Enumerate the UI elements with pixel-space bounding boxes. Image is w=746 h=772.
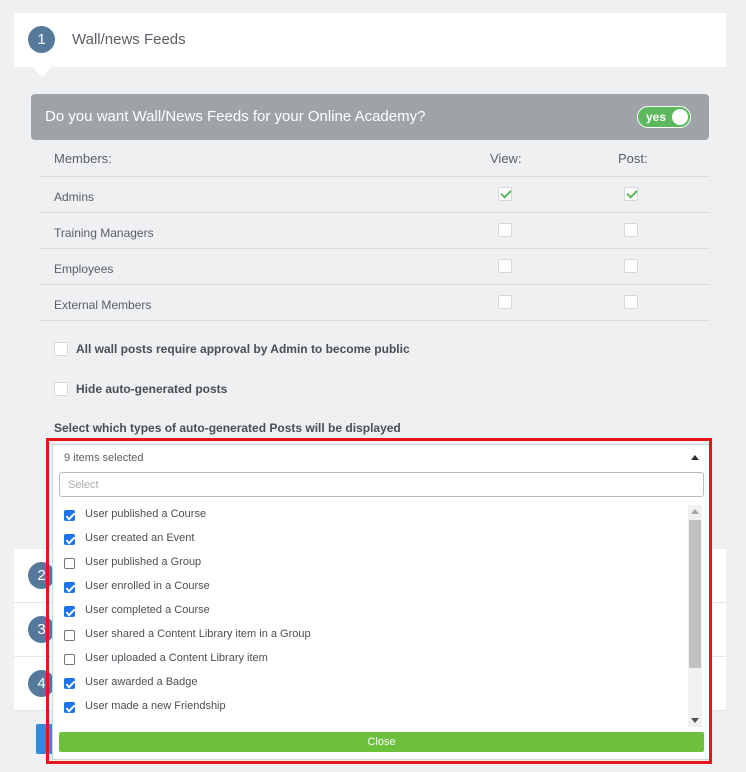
hide-auto-label: Hide auto-generated posts — [76, 382, 228, 396]
member-name: Training Managers — [54, 226, 154, 240]
permissions-header-row: Members: View: Post: — [40, 141, 710, 177]
permission-row-admins: Admins — [40, 177, 710, 213]
member-name: Admins — [54, 190, 95, 204]
step-1-number: 1 — [28, 26, 55, 53]
permission-row-training-managers: Training Managers — [40, 213, 710, 249]
post-checkbox[interactable] — [624, 187, 638, 201]
step-1-header[interactable]: 1 Wall/news Feeds — [14, 13, 726, 67]
member-name: Employees — [54, 262, 114, 276]
highlight-outline — [46, 438, 712, 764]
view-checkbox[interactable] — [498, 223, 512, 237]
post-checkbox[interactable] — [624, 223, 638, 237]
permission-row-external-members: External Members — [40, 285, 710, 321]
member-name: External Members — [54, 298, 152, 312]
post-header: Post: — [618, 151, 648, 166]
post-checkbox[interactable] — [624, 295, 638, 309]
permissions-table: Members: View: Post: Admins Training Man… — [40, 141, 710, 321]
post-types-section-label: Select which types of auto-generated Pos… — [54, 421, 401, 435]
wall-feeds-toggle[interactable]: yes — [637, 106, 691, 128]
members-header: Members: — [54, 151, 112, 166]
permission-row-employees: Employees — [40, 249, 710, 285]
approval-checkbox[interactable] — [54, 341, 68, 356]
toggle-knob — [672, 109, 688, 125]
view-header: View: — [490, 151, 522, 166]
step-1-title: Wall/news Feeds — [72, 31, 186, 48]
approval-option[interactable]: All wall posts require approval by Admin… — [54, 341, 410, 357]
wall-feeds-question-bar: Do you want Wall/News Feeds for your Onl… — [31, 94, 709, 140]
toggle-label: yes — [646, 110, 667, 124]
view-checkbox[interactable] — [498, 259, 512, 273]
view-checkbox[interactable] — [498, 295, 512, 309]
question-text: Do you want Wall/News Feeds for your Onl… — [45, 108, 426, 125]
hide-auto-option[interactable]: Hide auto-generated posts — [54, 381, 228, 397]
hide-auto-checkbox[interactable] — [54, 381, 68, 396]
post-checkbox[interactable] — [624, 259, 638, 273]
approval-label: All wall posts require approval by Admin… — [76, 342, 410, 356]
step-pointer-arrow — [32, 67, 52, 77]
view-checkbox[interactable] — [498, 187, 512, 201]
